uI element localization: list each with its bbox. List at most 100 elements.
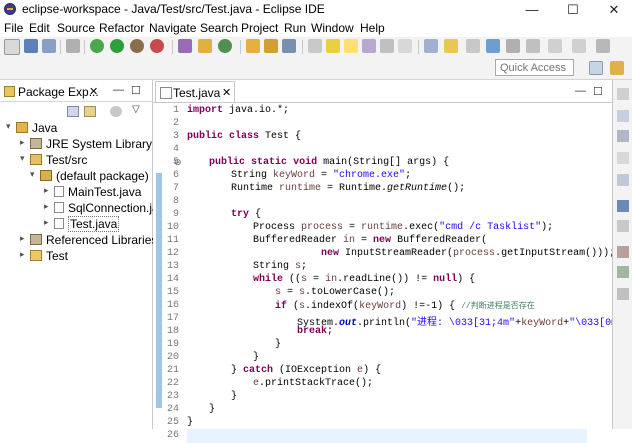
- line-number: 6: [172, 170, 179, 181]
- block-selection-icon[interactable]: [362, 39, 376, 53]
- console-icon[interactable]: [617, 246, 629, 258]
- code-token: InputStreamReader(: [339, 248, 454, 259]
- build-icon[interactable]: [90, 39, 104, 53]
- code-token: ;: [405, 170, 412, 181]
- chevron-right-icon[interactable]: ▸: [44, 217, 49, 228]
- line-number: 17: [166, 313, 179, 324]
- new-class-icon[interactable]: [218, 39, 232, 53]
- menu-search[interactable]: Search: [200, 21, 238, 35]
- next-annotation-icon[interactable]: [424, 39, 438, 53]
- code-token: =: [307, 274, 326, 285]
- back-icon[interactable]: [506, 39, 520, 53]
- coverage-icon[interactable]: [150, 39, 164, 53]
- chevron-right-icon[interactable]: ▸: [20, 233, 25, 244]
- forward-icon[interactable]: [548, 39, 562, 53]
- chevron-right-icon[interactable]: ▸: [44, 201, 49, 212]
- annotation-icon[interactable]: [308, 39, 322, 53]
- line-number: 13: [166, 261, 179, 272]
- minimize-view-icon[interactable]: —: [575, 85, 586, 97]
- open-task-icon[interactable]: [264, 39, 278, 53]
- quick-access-input[interactable]: [495, 59, 574, 76]
- chevron-down-icon[interactable]: ▾: [30, 169, 35, 180]
- close-icon[interactable]: ✕: [222, 86, 231, 99]
- open-perspective-icon[interactable]: [589, 61, 603, 75]
- menu-source[interactable]: Source: [57, 21, 95, 35]
- eclipse-logo-icon: [4, 3, 16, 15]
- progress-icon[interactable]: [617, 266, 629, 278]
- code-comment: //判断进程是否存在: [461, 302, 535, 311]
- view-menu-icon[interactable]: ▽: [132, 104, 140, 115]
- menu-file[interactable]: File: [4, 21, 23, 35]
- save-all-icon[interactable]: [42, 39, 56, 53]
- chevron-right-icon[interactable]: ▸: [44, 185, 49, 196]
- package-explorer-tab[interactable]: Package Exp... ✕: [2, 82, 102, 101]
- declaration-icon[interactable]: [617, 220, 629, 232]
- prev-annotation-icon[interactable]: [444, 39, 458, 53]
- minimize-view-icon[interactable]: —: [113, 84, 124, 96]
- hierarchy-icon[interactable]: [617, 200, 629, 212]
- code-token: java.io.*;: [223, 105, 290, 116]
- code-line: import java.io.*;: [187, 105, 289, 116]
- code-token: process: [301, 222, 344, 233]
- toolbar-separator: [302, 40, 303, 54]
- line-number: 11: [166, 235, 179, 246]
- menu-window[interactable]: Window: [311, 21, 354, 35]
- chevron-down-icon[interactable]: ▾: [6, 121, 11, 132]
- new-icon[interactable]: [4, 39, 20, 55]
- run-icon[interactable]: [110, 39, 124, 53]
- restore-icon[interactable]: [617, 152, 629, 164]
- line-number: 25: [166, 417, 179, 428]
- code-token: out: [339, 318, 358, 329]
- problems-icon[interactable]: [617, 174, 629, 186]
- outline-icon[interactable]: [617, 130, 629, 142]
- toolbar-overflow-icon[interactable]: [596, 39, 610, 53]
- focus-icon[interactable]: [110, 106, 122, 117]
- forward-dropdown-icon[interactable]: [572, 39, 586, 53]
- search-view-icon[interactable]: [617, 288, 629, 300]
- save-icon[interactable]: [24, 39, 38, 53]
- menu-navigate[interactable]: Navigate: [149, 21, 196, 35]
- task-list-icon[interactable]: [617, 110, 629, 122]
- maximize-view-icon[interactable]: ☐: [131, 84, 141, 97]
- chevron-down-icon[interactable]: ▾: [20, 153, 25, 164]
- java-perspective-icon[interactable]: [610, 61, 624, 75]
- folder-icon: [30, 250, 42, 261]
- fold-collapse-icon[interactable]: ⊖: [174, 157, 182, 168]
- editor-tab-test-java[interactable]: Test.java ✕: [155, 81, 235, 102]
- menu-refactor[interactable]: Refactor: [99, 21, 144, 35]
- pilcrow-icon[interactable]: [398, 39, 412, 53]
- open-type-icon[interactable]: [246, 39, 260, 53]
- pin-icon[interactable]: [486, 39, 500, 53]
- last-edit-icon[interactable]: [466, 39, 480, 53]
- menu-edit[interactable]: Edit: [29, 21, 50, 35]
- restore-icon[interactable]: [617, 88, 629, 100]
- highlight-icon[interactable]: [344, 39, 358, 53]
- new-java-project-icon[interactable]: [178, 39, 192, 53]
- chevron-right-icon[interactable]: ▸: [20, 137, 25, 148]
- chevron-right-icon[interactable]: ▸: [20, 249, 25, 260]
- run-external-icon[interactable]: [130, 39, 144, 53]
- menu-help[interactable]: Help: [360, 21, 385, 35]
- java-file-icon: [54, 186, 64, 197]
- new-package-icon[interactable]: [198, 39, 212, 53]
- mark-occurrences-icon[interactable]: [326, 39, 340, 53]
- link-with-editor-icon[interactable]: [84, 106, 96, 117]
- menu-project[interactable]: Project: [241, 21, 278, 35]
- code-line: Runtime runtime = Runtime.getRuntime();: [231, 183, 465, 194]
- menu-run[interactable]: Run: [284, 21, 306, 35]
- close-icon[interactable]: ✕: [89, 85, 98, 98]
- toolbar-separator: [418, 40, 419, 54]
- debug-bug-icon[interactable]: [66, 39, 80, 53]
- collapse-all-icon[interactable]: [67, 106, 79, 117]
- code-editor[interactable]: 1 2 3 4 5 ⊖ 6 7 8 9 10 11 12 13 14 15 16…: [153, 102, 617, 443]
- maximize-button[interactable]: ☐: [553, 0, 593, 19]
- code-token: static: [251, 157, 288, 168]
- back-dropdown-icon[interactable]: [526, 39, 540, 53]
- code-line: BufferedReader in = new BufferedReader(: [253, 235, 487, 246]
- maximize-view-icon[interactable]: ☐: [593, 85, 603, 98]
- show-whitespace-icon[interactable]: [380, 39, 394, 53]
- minimize-button[interactable]: —: [512, 0, 552, 19]
- search-icon[interactable]: [282, 39, 296, 53]
- code-token: String: [253, 261, 296, 272]
- close-button[interactable]: ✕: [594, 0, 632, 19]
